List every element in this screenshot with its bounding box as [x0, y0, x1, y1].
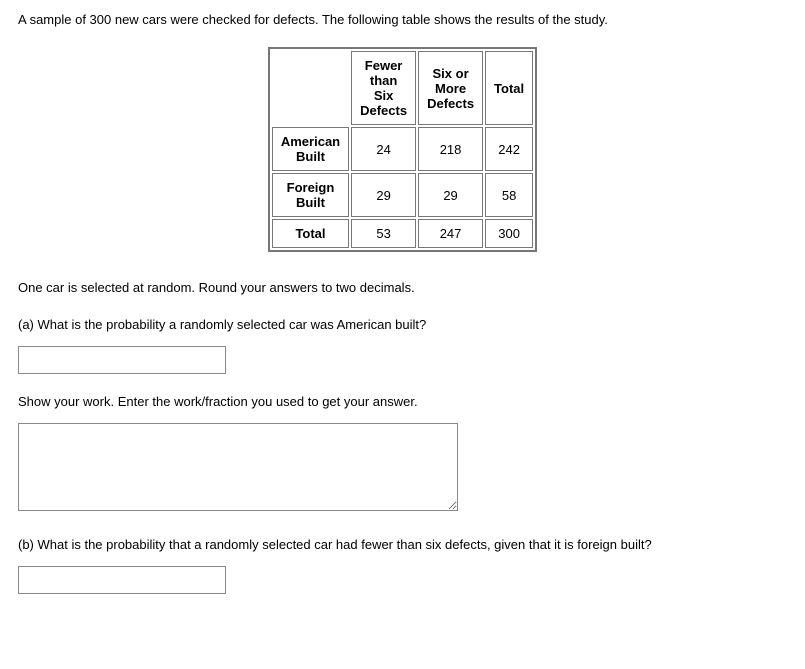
table-row: American Built 24 218 242 [272, 127, 533, 171]
cell-value: 242 [485, 127, 533, 171]
cell-value: 53 [351, 219, 416, 248]
row-label-total: Total [272, 219, 349, 248]
work-a-textarea[interactable] [18, 423, 458, 511]
cell-value: 29 [351, 173, 416, 217]
cell-value: 58 [485, 173, 533, 217]
cell-value: 247 [418, 219, 483, 248]
header-fewer-than-six: Fewer than Six Defects [351, 51, 416, 125]
question-a-text: (a) What is the probability a randomly s… [18, 317, 787, 332]
cell-value: 24 [351, 127, 416, 171]
row-label-foreign: Foreign Built [272, 173, 349, 217]
label-text: Built [296, 195, 325, 210]
header-text: Fewer [365, 58, 403, 73]
answer-a-input[interactable] [18, 346, 226, 374]
cell-value: 218 [418, 127, 483, 171]
table-row: Total 53 247 300 [272, 219, 533, 248]
question-b-text: (b) What is the probability that a rando… [18, 537, 787, 552]
label-text: American [281, 134, 340, 149]
table-container: Fewer than Six Defects Six or More Defec… [18, 47, 787, 252]
header-text: than [370, 73, 397, 88]
answer-b-input[interactable] [18, 566, 226, 594]
label-text: Foreign [287, 180, 335, 195]
cell-value: 29 [418, 173, 483, 217]
instruction-text: One car is selected at random. Round you… [18, 280, 787, 295]
cell-value: 300 [485, 219, 533, 248]
header-text: More [435, 81, 466, 96]
header-total: Total [485, 51, 533, 125]
header-blank [272, 51, 349, 125]
work-label: Show your work. Enter the work/fraction … [18, 394, 787, 409]
header-text: Defects [360, 103, 407, 118]
row-label-american: American Built [272, 127, 349, 171]
label-text: Built [296, 149, 325, 164]
header-six-or-more: Six or More Defects [418, 51, 483, 125]
defects-table: Fewer than Six Defects Six or More Defec… [268, 47, 537, 252]
header-text: Six [374, 88, 394, 103]
intro-text: A sample of 300 new cars were checked fo… [18, 12, 787, 27]
header-text: Defects [427, 96, 474, 111]
table-row: Foreign Built 29 29 58 [272, 173, 533, 217]
header-text: Six or [433, 66, 469, 81]
